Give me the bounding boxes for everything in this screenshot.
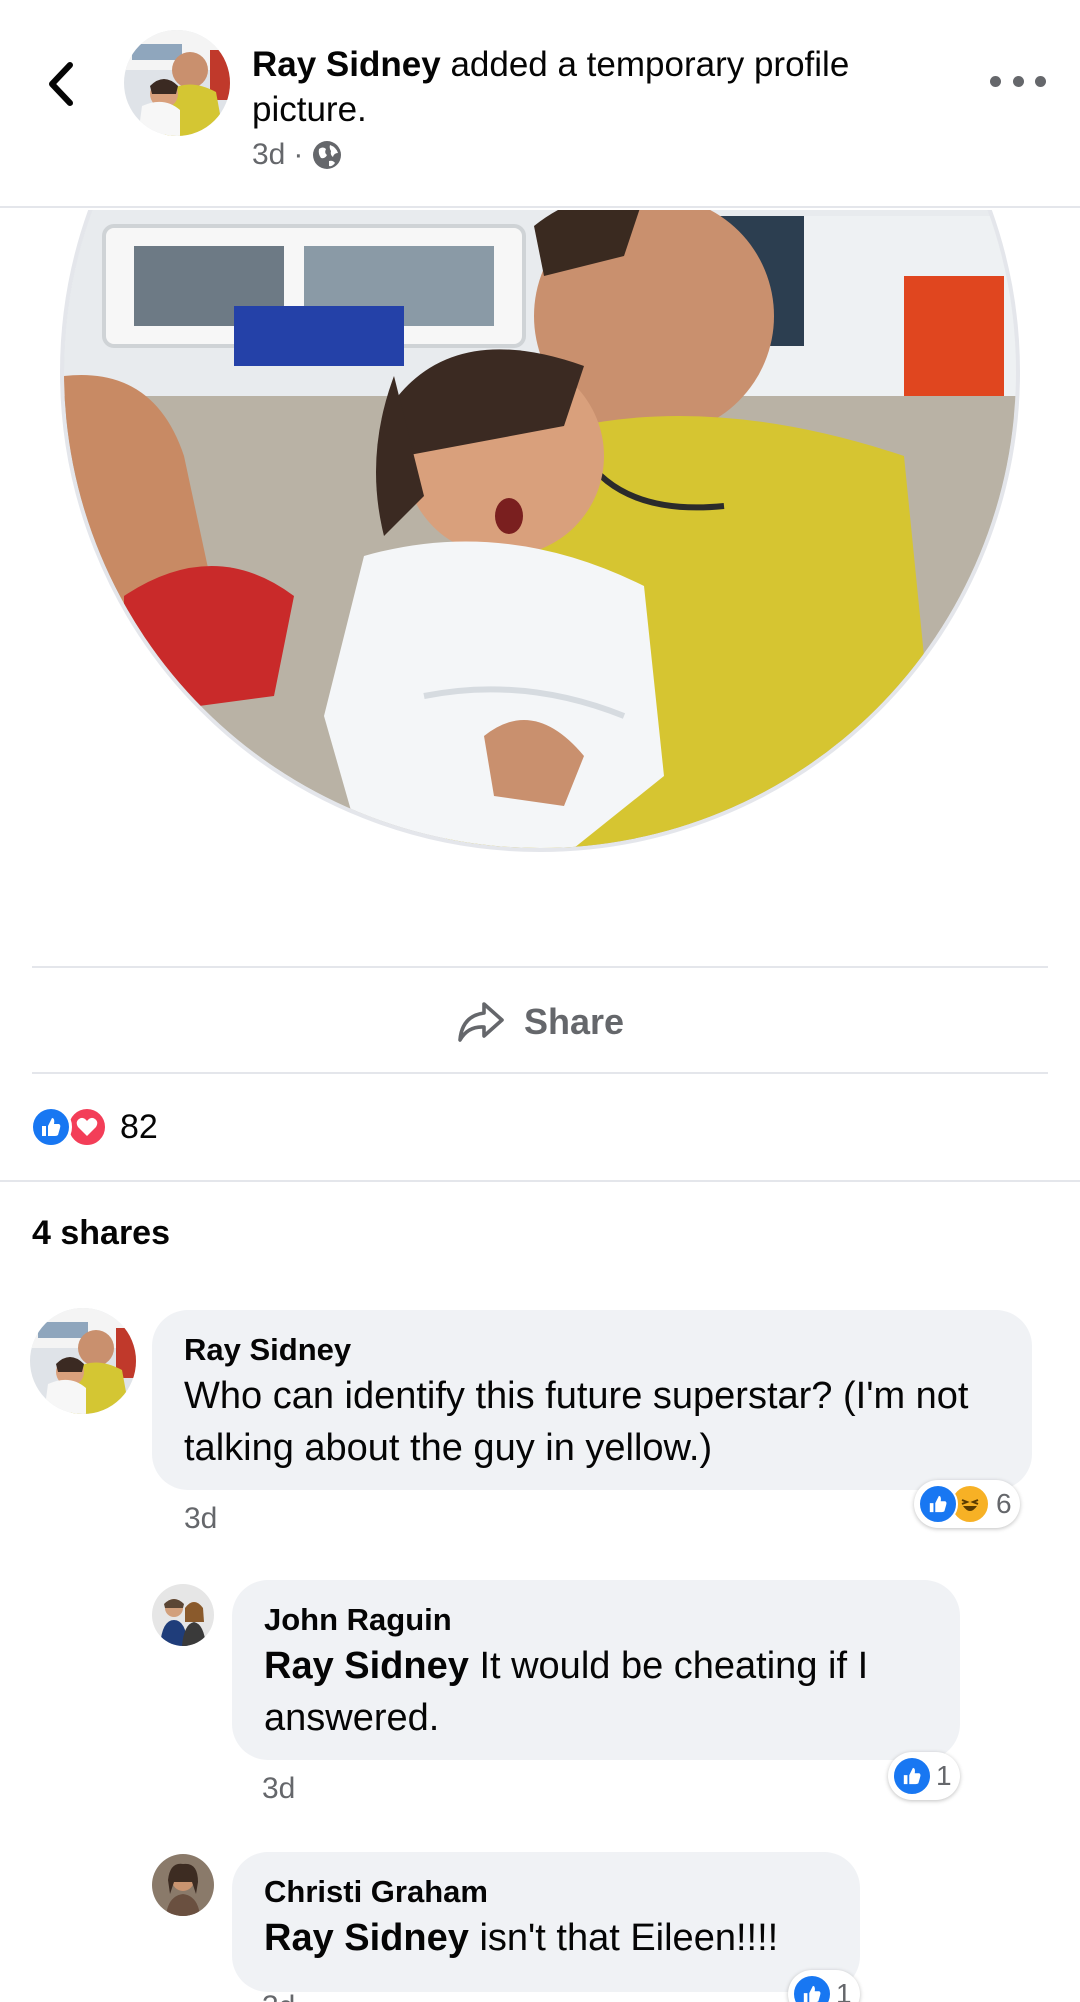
comment-time[interactable]: 3d: [262, 1990, 295, 2002]
profile-picture[interactable]: [0, 210, 1080, 930]
comment-bubble[interactable]: John Raguin Ray Sidney It would be cheat…: [232, 1580, 960, 1760]
share-label: Share: [523, 1001, 625, 1042]
like-icon: [892, 1756, 932, 1796]
post-meta: 3d ·: [252, 138, 343, 172]
comment-body: Who can identify this future superstar? …: [184, 1375, 969, 1469]
divider: [32, 1072, 1048, 1074]
back-button[interactable]: [38, 56, 84, 112]
comment-time[interactable]: 3d: [184, 1502, 217, 1536]
profile-photo-image: [64, 210, 1016, 848]
comment-mention[interactable]: Ray Sidney: [264, 1917, 469, 1959]
comment-time[interactable]: 3d: [262, 1772, 295, 1806]
reaction-count: 82: [120, 1107, 158, 1146]
share-button[interactable]: Share: [0, 970, 1080, 1074]
meta-separator: ·: [293, 138, 304, 171]
comment-reactions[interactable]: 1: [888, 1752, 960, 1800]
author-name[interactable]: Ray Sidney: [252, 45, 441, 84]
like-icon: [792, 1974, 832, 2002]
globe-icon: [313, 141, 342, 169]
chevron-left-icon: [49, 62, 73, 106]
post-time[interactable]: 3d: [252, 138, 285, 172]
comment-reaction-count: 1: [836, 1978, 852, 2002]
reactions-summary[interactable]: 82: [30, 1106, 158, 1148]
comment-avatar[interactable]: [152, 1854, 214, 1916]
comment-author[interactable]: John Raguin: [264, 1600, 928, 1640]
author-avatar[interactable]: [124, 30, 230, 136]
divider: [0, 1180, 1080, 1182]
comment-reaction-count: 6: [996, 1488, 1012, 1519]
comment-avatar[interactable]: [152, 1584, 214, 1646]
comment-bubble[interactable]: Ray Sidney Who can identify this future …: [152, 1310, 1032, 1490]
comment-bubble[interactable]: Christi Graham Ray Sidney isn't that Eil…: [232, 1852, 860, 1992]
comment-text: Ray Sidney It would be cheating if I ans…: [264, 1640, 928, 1744]
like-icon: [918, 1484, 958, 1524]
divider: [32, 966, 1048, 968]
comment-mention[interactable]: Ray Sidney: [264, 1645, 469, 1687]
comment-reactions[interactable]: 6: [914, 1480, 1020, 1528]
post-title: Ray Sidney added a temporary profile pic…: [252, 42, 952, 132]
share-arrow-icon: [458, 1002, 504, 1042]
comment-avatar[interactable]: [30, 1308, 136, 1414]
love-icon: [66, 1106, 108, 1148]
comment-text: Who can identify this future superstar? …: [184, 1370, 1000, 1474]
comment-author[interactable]: Ray Sidney: [184, 1330, 1000, 1370]
shares-count[interactable]: 4 shares: [32, 1214, 170, 1253]
comment-author[interactable]: Christi Graham: [264, 1872, 828, 1912]
like-icon: [30, 1106, 72, 1148]
more-dots-icon: [990, 75, 1001, 87]
comment-text: Ray Sidney isn't that Eileen!!!!: [264, 1912, 828, 1964]
post-header: Ray Sidney added a temporary profile pic…: [0, 0, 1080, 208]
more-options-button[interactable]: [990, 66, 1046, 96]
comment-reaction-count: 1: [936, 1760, 952, 1791]
comment-body: isn't that Eileen!!!!: [479, 1917, 779, 1959]
comment-reactions[interactable]: 1: [788, 1970, 860, 2002]
profile-picture-frame: [60, 210, 1020, 852]
